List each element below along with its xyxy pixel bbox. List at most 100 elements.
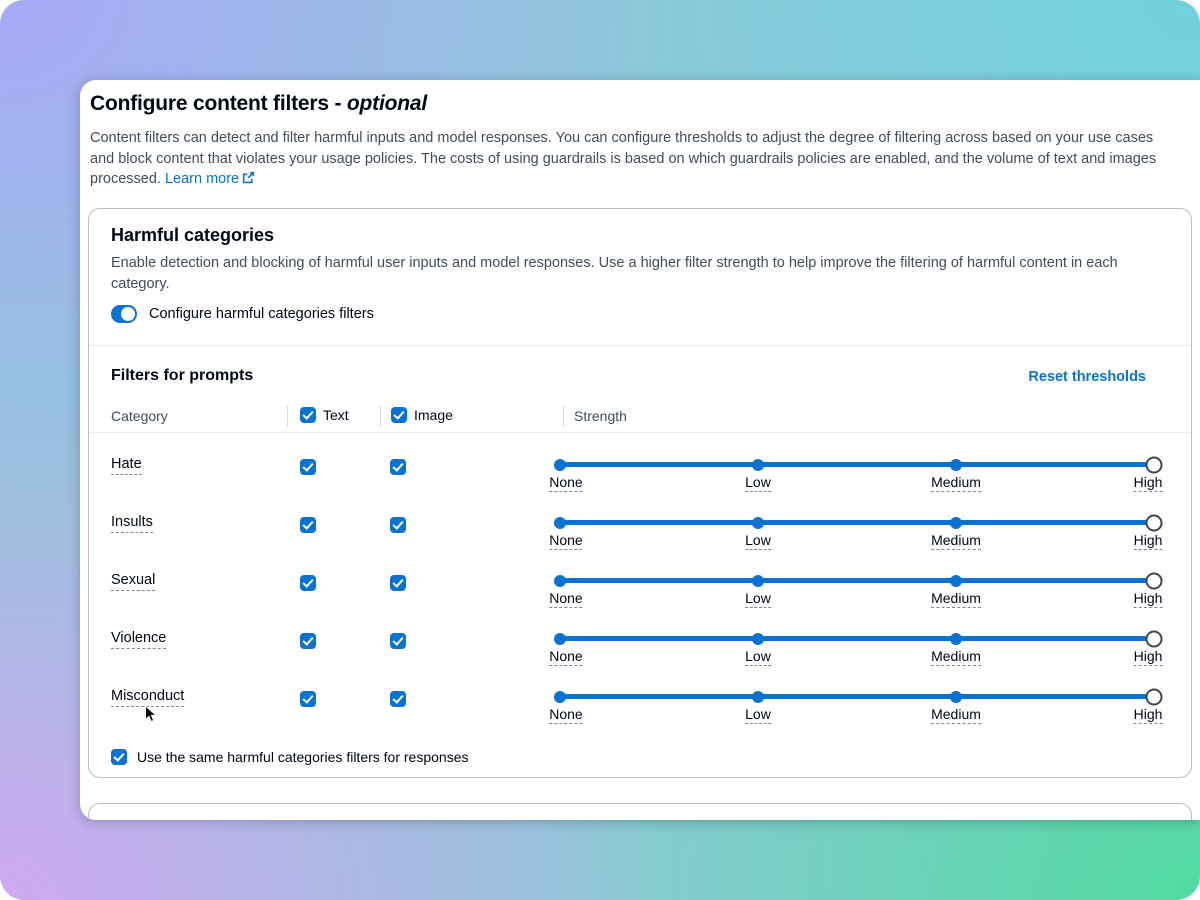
configure-content-filters-card: Configure content filters - optional Con…	[80, 80, 1200, 820]
section-divider	[89, 345, 1191, 346]
filters-table-header: Category Text Image Strength	[89, 405, 1191, 432]
same-for-responses-label: Use the same harmful categories filters …	[137, 749, 468, 765]
page-title: Configure content filters - optional	[90, 92, 427, 116]
category-label[interactable]: Sexual	[111, 572, 155, 591]
strength-label-low[interactable]: Low	[745, 706, 771, 724]
slider-tick-dot	[752, 691, 764, 703]
text-column-label: Text	[323, 407, 349, 423]
page-title-main: Configure content filters	[90, 92, 329, 115]
learn-more-link[interactable]: Learn more	[165, 171, 255, 187]
slider-track[interactable]	[560, 520, 1154, 525]
strength-label-low[interactable]: Low	[745, 590, 771, 608]
strength-label-medium[interactable]: Medium	[931, 532, 981, 550]
strength-label-medium[interactable]: Medium	[931, 648, 981, 666]
image-checkbox[interactable]	[390, 517, 406, 533]
strength-slider[interactable]: None Low Medium High	[560, 612, 1154, 670]
filter-row-sexual: Sexual None Low Medium High	[89, 554, 1191, 612]
slider-tick-dot	[950, 691, 962, 703]
slider-tick-dot	[752, 633, 764, 645]
strength-label-none[interactable]: None	[549, 474, 582, 492]
category-label[interactable]: Violence	[111, 630, 166, 649]
strength-slider[interactable]: None Low Medium High	[560, 670, 1154, 728]
column-header-text: Text	[300, 407, 349, 423]
strength-label-medium[interactable]: Medium	[931, 474, 981, 492]
strength-label-high[interactable]: High	[1134, 706, 1163, 724]
image-checkbox[interactable]	[390, 633, 406, 649]
slider-handle[interactable]	[1146, 688, 1163, 705]
page-title-optional: optional	[347, 92, 427, 115]
configure-filters-toggle-row: Configure harmful categories filters	[111, 305, 374, 323]
harmful-categories-title: Harmful categories	[111, 225, 274, 246]
slider-track[interactable]	[560, 462, 1154, 467]
slider-handle[interactable]	[1146, 572, 1163, 589]
column-header-strength: Strength	[574, 408, 627, 424]
page-title-separator: -	[329, 92, 347, 115]
select-all-text-checkbox[interactable]	[300, 407, 316, 423]
column-divider	[287, 406, 288, 427]
text-checkbox[interactable]	[300, 575, 316, 591]
slider-track[interactable]	[560, 636, 1154, 641]
next-section-panel	[88, 803, 1192, 820]
text-checkbox[interactable]	[300, 691, 316, 707]
filter-row-hate: Hate None Low Medium High	[89, 438, 1191, 496]
slider-tick-dot	[950, 633, 962, 645]
select-all-image-checkbox[interactable]	[391, 407, 407, 423]
strength-label-high[interactable]: High	[1134, 474, 1163, 492]
slider-handle[interactable]	[1146, 456, 1163, 473]
strength-slider[interactable]: None Low Medium High	[560, 438, 1154, 496]
filter-rows: Hate None Low Medium High Insults	[89, 438, 1191, 728]
column-divider	[380, 406, 381, 427]
strength-label-low[interactable]: Low	[745, 532, 771, 550]
text-checkbox[interactable]	[300, 517, 316, 533]
category-label[interactable]: Misconduct	[111, 688, 184, 707]
strength-label-medium[interactable]: Medium	[931, 706, 981, 724]
strength-slider[interactable]: None Low Medium High	[560, 554, 1154, 612]
reset-thresholds-link[interactable]: Reset thresholds	[1028, 369, 1146, 385]
text-checkbox[interactable]	[300, 459, 316, 475]
configure-filters-toggle[interactable]	[111, 305, 137, 323]
harmful-categories-panel: Harmful categories Enable detection and …	[88, 208, 1192, 778]
text-checkbox[interactable]	[300, 633, 316, 649]
image-column-label: Image	[414, 407, 453, 423]
slider-track[interactable]	[560, 694, 1154, 699]
slider-tick-dot	[752, 517, 764, 529]
slider-tick-dot	[950, 459, 962, 471]
strength-label-low[interactable]: Low	[745, 474, 771, 492]
learn-more-label: Learn more	[165, 171, 239, 187]
filters-for-prompts-title: Filters for prompts	[111, 367, 253, 385]
filter-row-misconduct: Misconduct None Low Medium High	[89, 670, 1191, 728]
slider-tick-dot	[950, 575, 962, 587]
category-label[interactable]: Hate	[111, 456, 142, 475]
category-label[interactable]: Insults	[111, 514, 153, 533]
slider-tick-dot	[554, 517, 566, 529]
slider-tick-dot	[554, 691, 566, 703]
external-link-icon	[242, 171, 255, 184]
strength-label-none[interactable]: None	[549, 648, 582, 666]
slider-tick-dot	[752, 575, 764, 587]
strength-label-low[interactable]: Low	[745, 648, 771, 666]
filter-row-insults: Insults None Low Medium High	[89, 496, 1191, 554]
column-header-category: Category	[111, 408, 168, 424]
strength-label-none[interactable]: None	[549, 532, 582, 550]
strength-label-none[interactable]: None	[549, 706, 582, 724]
same-for-responses-checkbox[interactable]	[111, 749, 127, 765]
column-header-image: Image	[391, 407, 453, 423]
configure-filters-toggle-label: Configure harmful categories filters	[149, 306, 374, 322]
slider-tick-dot	[752, 459, 764, 471]
image-checkbox[interactable]	[390, 575, 406, 591]
slider-tick-dot	[554, 575, 566, 587]
slider-handle[interactable]	[1146, 630, 1163, 647]
strength-label-high[interactable]: High	[1134, 648, 1163, 666]
strength-label-medium[interactable]: Medium	[931, 590, 981, 608]
strength-label-high[interactable]: High	[1134, 590, 1163, 608]
strength-label-none[interactable]: None	[549, 590, 582, 608]
image-checkbox[interactable]	[390, 459, 406, 475]
strength-slider[interactable]: None Low Medium High	[560, 496, 1154, 554]
image-checkbox[interactable]	[390, 691, 406, 707]
harmful-categories-description: Enable detection and blocking of harmful…	[111, 253, 1169, 294]
slider-handle[interactable]	[1146, 514, 1163, 531]
filter-row-violence: Violence None Low Medium High	[89, 612, 1191, 670]
slider-tick-dot	[950, 517, 962, 529]
slider-track[interactable]	[560, 578, 1154, 583]
strength-label-high[interactable]: High	[1134, 532, 1163, 550]
